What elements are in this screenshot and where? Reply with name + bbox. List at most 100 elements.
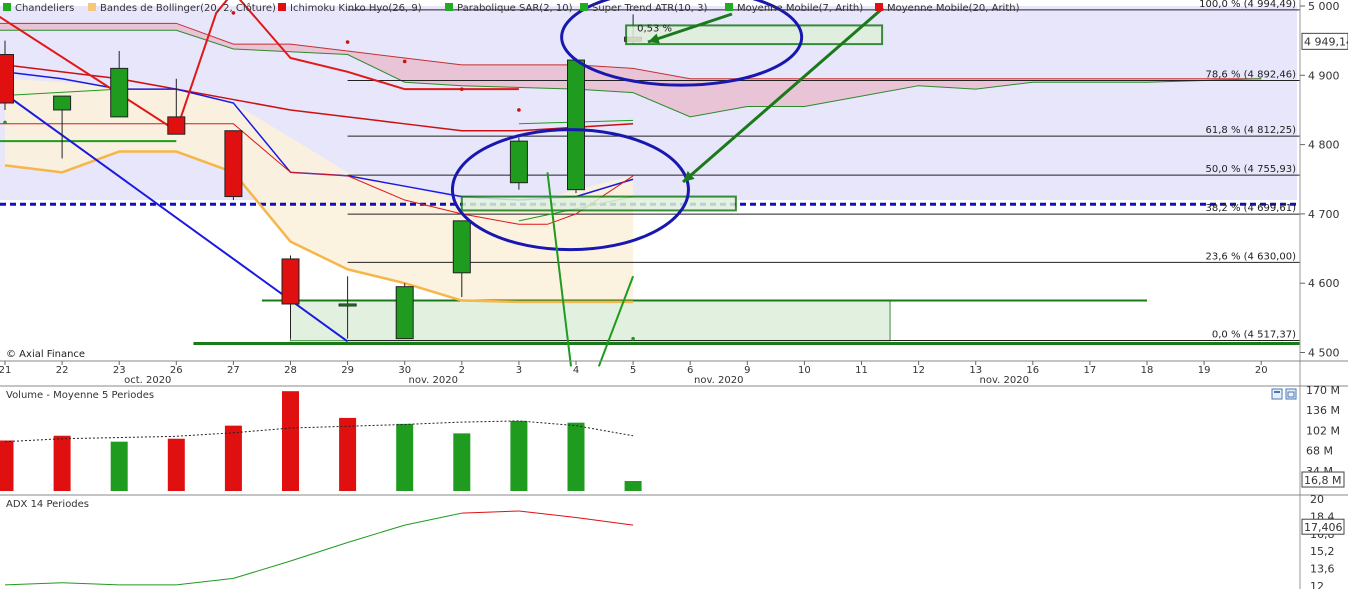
volume-panel <box>0 391 642 491</box>
last-price-label: 4 949,14 <box>1304 35 1348 48</box>
date-tick-label: 10 <box>798 365 811 376</box>
fib-label: 100,0 % (4 994,49) <box>1199 0 1296 10</box>
legend-swatch <box>580 3 588 11</box>
price-tick-label: 5 000 <box>1308 0 1340 13</box>
date-tick-label: 22 <box>56 365 69 376</box>
month-label: oct. 2020 <box>124 375 171 386</box>
fib-label: 61,8 % (4 812,25) <box>1206 125 1297 136</box>
volume-bar <box>224 425 242 491</box>
candle-body <box>338 303 357 307</box>
date-tick-label: 11 <box>855 365 868 376</box>
sar-dot <box>517 108 521 112</box>
date-tick-label: 9 <box>744 365 750 376</box>
adx-tick-label: 15,2 <box>1310 545 1335 558</box>
sar-dot <box>631 336 635 341</box>
percent-annotation: 0,53 % <box>637 24 672 35</box>
legend-label: Parabolique SAR(2, 10) <box>457 3 573 14</box>
date-tick-label: 6 <box>687 365 693 376</box>
volume-bar <box>339 417 357 491</box>
legend-label: Chandeliers <box>15 3 74 14</box>
date-tick-label: 21 <box>0 365 11 376</box>
volume-tick-label: 170 M <box>1306 384 1340 397</box>
legend-label: Ichimoku Kinko Hyo(26, 9) <box>290 3 422 14</box>
volume-tick-label: 102 M <box>1306 424 1340 437</box>
adx-line-segment <box>290 542 348 562</box>
price-tick-label: 4 500 <box>1308 347 1340 360</box>
date-tick-label: 17 <box>1084 365 1097 376</box>
volume-bar <box>624 481 642 491</box>
sar-dot <box>345 40 350 44</box>
date-tick-label: 19 <box>1198 365 1211 376</box>
volume-bar <box>0 440 14 491</box>
fib-label: 78,6 % (4 892,46) <box>1206 70 1297 81</box>
adx-axis: 2018,416,815,213,61217,406 <box>1301 493 1345 589</box>
date-tick-label: 18 <box>1141 365 1154 376</box>
legend-label: Moyenne Mobile(7, Arith) <box>737 3 863 14</box>
last-adx-label: 17,406 <box>1304 521 1343 534</box>
adx-line-segment <box>404 512 462 526</box>
sar-dot <box>402 59 407 64</box>
candle-body <box>53 95 72 111</box>
date-tick-label: 26 <box>170 365 183 376</box>
candle-body <box>110 67 129 118</box>
panel-restore-icon[interactable] <box>1285 388 1297 400</box>
month-label: nov. 2020 <box>980 375 1029 386</box>
last-volume-label: 16,8 M <box>1304 474 1341 487</box>
volume-bar <box>510 420 528 491</box>
candle-body <box>167 116 186 135</box>
candle-body <box>567 59 585 191</box>
volume-moving-average <box>4 420 634 443</box>
support-zone-box <box>290 300 891 342</box>
adx-line-segment <box>461 510 519 514</box>
volume-bar <box>396 423 414 491</box>
date-tick-label: 3 <box>516 365 522 376</box>
date-tick-label: 20 <box>1255 365 1268 376</box>
candle-body <box>0 54 14 104</box>
sar-dot <box>3 120 7 125</box>
volume-bar <box>453 433 471 491</box>
adx-line-segment <box>347 524 405 543</box>
fib-label: 23,6 % (4 630,00) <box>1206 251 1297 262</box>
price-tick-label: 4 700 <box>1308 208 1340 221</box>
price-tick-label: 4 600 <box>1308 277 1340 290</box>
adx-line-segment <box>4 582 63 586</box>
date-tick-label: 12 <box>912 365 925 376</box>
price-axis: 5 000 4 900 4 800 4 700 4 600 4 500 4 949,14 <box>1300 0 1348 360</box>
fib-label: 0,0 % (4 517,37) <box>1212 329 1296 340</box>
volume-axis: 170 M136 M102 M68 M34 M16,8 M <box>1301 384 1345 488</box>
legend-swatch <box>445 3 453 11</box>
date-tick-label: 2 <box>459 365 465 376</box>
adx-line-segment <box>518 510 577 518</box>
volume-tick-label: 136 M <box>1306 404 1340 417</box>
watermark: © Axial Finance <box>6 349 85 360</box>
date-tick-label: 5 <box>630 365 636 376</box>
panel-maximize-icon[interactable] <box>1271 388 1283 400</box>
date-axis: 21 22 23 26 27 28 29 30 2 3 4 5 6 9 10 11 12 13 16 17 18 19 20… <box>0 361 1268 386</box>
legend-label: Bandes de Bollinger(20, 2, Clôture) <box>100 2 276 14</box>
legend-swatch <box>88 3 96 11</box>
month-label: nov. 2020 <box>694 375 743 386</box>
legend-label: Super Trend ATR(10, 3) <box>592 3 707 14</box>
legend-swatch <box>875 3 883 11</box>
volume-bar <box>282 391 299 491</box>
adx-line-segment <box>62 582 120 586</box>
date-tick-label: 28 <box>284 365 297 376</box>
fib-label: 50,0 % (4 755,93) <box>1206 164 1297 175</box>
candle-body <box>281 258 300 305</box>
breakout-zone-box <box>460 195 737 212</box>
candle-body <box>395 286 414 340</box>
adx-panel <box>4 510 634 586</box>
candle-body <box>452 220 471 274</box>
adx-tick-label: 20 <box>1310 493 1324 506</box>
legend-swatch <box>3 3 11 11</box>
adx-tick-label: 13,6 <box>1310 563 1335 576</box>
fib-label: 38,2 % (4 699,61) <box>1206 203 1297 214</box>
adx-panel-title: ADX 14 Periodes <box>6 499 89 510</box>
volume-bar <box>110 441 128 491</box>
sar-dot <box>460 87 464 91</box>
adx-tick-label: 12 <box>1310 580 1324 589</box>
adx-line-segment <box>233 560 291 579</box>
legend-swatch <box>278 3 286 11</box>
price-tick-label: 4 800 <box>1308 139 1340 152</box>
date-tick-label: 29 <box>341 365 354 376</box>
